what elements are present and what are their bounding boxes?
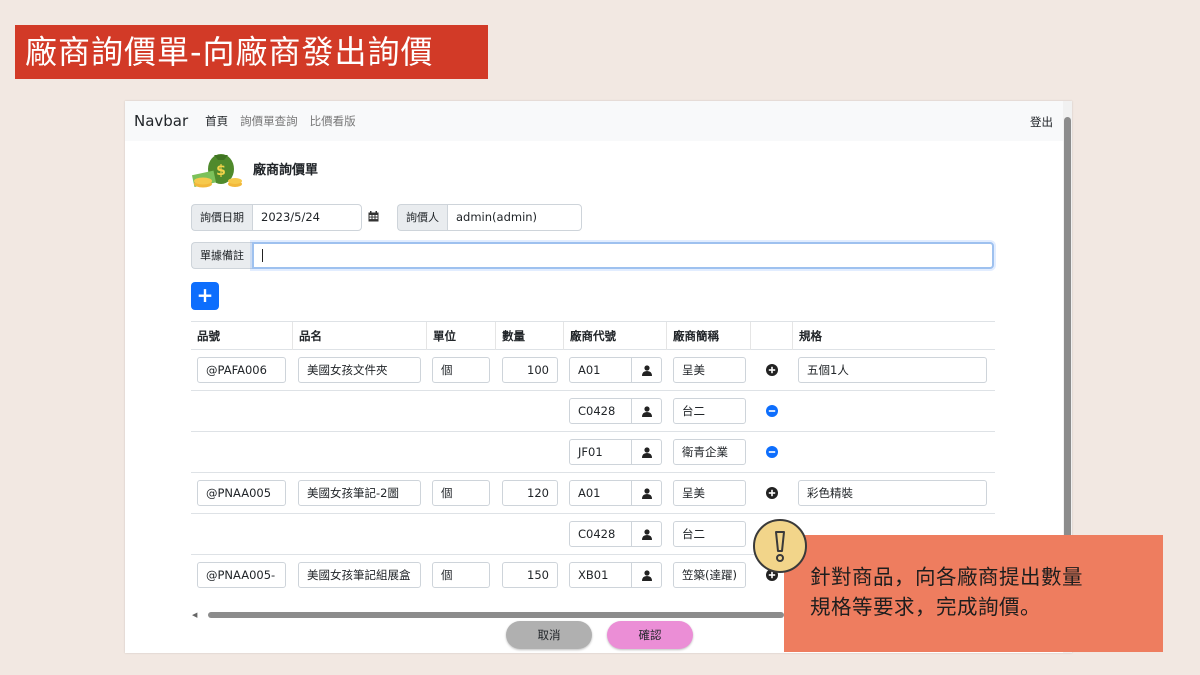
exclamation-icon bbox=[753, 519, 807, 573]
vendor-lookup-button[interactable] bbox=[632, 521, 662, 547]
inquiry-date-group: 詢價日期 2023/5/24 bbox=[191, 204, 362, 231]
qty-input[interactable]: 100 bbox=[502, 357, 558, 383]
vendor-code-input[interactable]: C0428 bbox=[569, 521, 632, 547]
inquirer-label: 詢價人 bbox=[397, 204, 447, 231]
horizontal-scrollbar-thumb[interactable] bbox=[208, 612, 784, 618]
unit-input[interactable]: 個 bbox=[432, 357, 490, 383]
table-row: C0428 台二 bbox=[191, 391, 995, 432]
callout-line-2: 規格等要求，完成詢價。 bbox=[810, 595, 1041, 619]
minus-circle-icon[interactable] bbox=[766, 405, 778, 417]
header-qty: 數量 bbox=[495, 322, 563, 350]
qty-input[interactable]: 120 bbox=[502, 480, 558, 506]
table-row: JF01 衛青企業 bbox=[191, 432, 995, 473]
vendor-name-input[interactable]: 衛青企業 bbox=[673, 439, 746, 465]
header-spec: 規格 bbox=[792, 322, 992, 350]
header-item-name: 品名 bbox=[292, 322, 426, 350]
vendor-lookup-button[interactable] bbox=[632, 562, 662, 588]
vendor-name-input[interactable]: 呈美 bbox=[673, 357, 746, 383]
vendor-code-input[interactable]: C0428 bbox=[569, 398, 632, 424]
vendor-name-input[interactable]: 台二 bbox=[673, 398, 746, 424]
nav-link-inquiry-search[interactable]: 詢價單查詢 bbox=[240, 113, 298, 129]
slide-title: 廠商詢價單-向廠商發出詢價 bbox=[15, 25, 488, 79]
item-no-input[interactable]: @PAFA006 bbox=[197, 357, 286, 383]
table-row: @PNAA005 美國女孩筆記-2圖 個 120 A01 呈美 彩色精裝 bbox=[191, 473, 995, 514]
vendor-code-input[interactable]: A01 bbox=[569, 480, 632, 506]
navbar-brand[interactable]: Navbar bbox=[134, 112, 188, 130]
note-group: 單據備註 bbox=[191, 242, 994, 269]
person-icon bbox=[641, 405, 652, 417]
person-icon bbox=[641, 364, 652, 376]
page-title: 廠商詢價單 bbox=[253, 162, 319, 178]
logout-link[interactable]: 登出 bbox=[1030, 114, 1053, 130]
plus-circle-icon[interactable] bbox=[766, 487, 778, 499]
calendar-icon[interactable] bbox=[368, 211, 379, 222]
minus-circle-icon[interactable] bbox=[766, 446, 778, 458]
spec-input[interactable]: 五個1人 bbox=[798, 357, 987, 383]
plus-circle-icon[interactable] bbox=[766, 364, 778, 376]
page-header: $ 廠商詢價單 bbox=[191, 147, 318, 189]
person-icon bbox=[641, 569, 652, 581]
item-name-input[interactable]: 美國女孩筆記-2圖 bbox=[298, 480, 421, 506]
vendor-name-input[interactable]: 笠築(達躍) bbox=[673, 562, 746, 588]
vendor-code-input[interactable]: XB01 bbox=[569, 562, 632, 588]
item-name-input[interactable]: 美國女孩文件夾 bbox=[298, 357, 421, 383]
header-vendor-code: 廠商代號 bbox=[563, 322, 666, 350]
vendor-lookup-button[interactable] bbox=[632, 439, 662, 465]
callout-box: 針對商品，向各廠商提出數量 規格等要求，完成詢價。 bbox=[784, 535, 1163, 652]
table-row: @PAFA006 美國女孩文件夾 個 100 A01 呈美 五個1人 bbox=[191, 350, 995, 391]
spec-input[interactable]: 彩色精裝 bbox=[798, 480, 987, 506]
header-vendor-name: 廠商簡稱 bbox=[666, 322, 750, 350]
header-item-no: 品號 bbox=[197, 329, 220, 343]
person-icon bbox=[641, 487, 652, 499]
confirm-button[interactable]: 確認 bbox=[607, 621, 693, 649]
person-icon bbox=[641, 446, 652, 458]
scroll-left-icon[interactable]: ◀ bbox=[192, 611, 197, 619]
vendor-name-input[interactable]: 呈美 bbox=[673, 480, 746, 506]
callout-line-1: 針對商品，向各廠商提出數量 bbox=[810, 565, 1083, 589]
inquirer-group: 詢價人 admin(admin) bbox=[397, 204, 582, 231]
vendor-lookup-button[interactable] bbox=[632, 357, 662, 383]
navbar: Navbar 首頁 詢價單查詢 比價看版 登出 bbox=[125, 101, 1063, 141]
unit-input[interactable]: 個 bbox=[432, 480, 490, 506]
note-input[interactable] bbox=[252, 242, 994, 269]
nav-link-price-board[interactable]: 比價看版 bbox=[310, 113, 356, 129]
item-no-input[interactable]: @PNAA005 bbox=[197, 480, 286, 506]
vendor-code-input[interactable]: A01 bbox=[569, 357, 632, 383]
add-row-button[interactable]: + bbox=[191, 282, 219, 310]
vendor-name-input[interactable]: 台二 bbox=[673, 521, 746, 547]
inquiry-date-input[interactable]: 2023/5/24 bbox=[252, 204, 362, 231]
person-icon bbox=[641, 528, 652, 540]
inquirer-input[interactable]: admin(admin) bbox=[447, 204, 582, 231]
item-no-input[interactable]: @PNAA005- bbox=[197, 562, 286, 588]
cancel-button[interactable]: 取消 bbox=[506, 621, 592, 649]
money-bag-icon: $ bbox=[191, 154, 242, 188]
svg-text:$: $ bbox=[216, 163, 226, 179]
nav-link-home[interactable]: 首頁 bbox=[205, 113, 228, 129]
inquiry-date-label: 詢價日期 bbox=[191, 204, 252, 231]
vendor-lookup-button[interactable] bbox=[632, 480, 662, 506]
vendor-lookup-button[interactable] bbox=[632, 398, 662, 424]
header-action bbox=[750, 322, 792, 350]
table-header: 品號 品名 單位 數量 廠商代號 廠商簡稱 規格 bbox=[191, 321, 995, 350]
qty-input[interactable]: 150 bbox=[502, 562, 558, 588]
vendor-code-input[interactable]: JF01 bbox=[569, 439, 632, 465]
header-unit: 單位 bbox=[426, 322, 495, 350]
item-name-input[interactable]: 美國女孩筆記組展盒 bbox=[298, 562, 421, 588]
note-label: 單據備註 bbox=[191, 242, 252, 269]
unit-input[interactable]: 個 bbox=[432, 562, 490, 588]
